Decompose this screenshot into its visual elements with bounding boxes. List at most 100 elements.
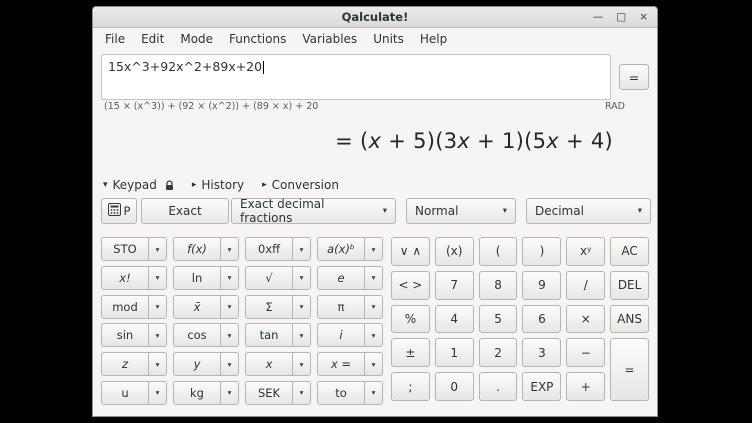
key-var-x[interactable]: x [245, 352, 293, 376]
key-e-menu[interactable]: ▾ [364, 266, 383, 290]
key-var-z-menu[interactable]: ▾ [148, 352, 167, 376]
key-unit-kg[interactable]: kg [173, 381, 221, 405]
key-unit-sek-menu[interactable]: ▾ [292, 381, 311, 405]
key-decimal-point[interactable]: . [479, 372, 518, 401]
key-ln-menu[interactable]: ▾ [220, 266, 239, 290]
key-var-y[interactable]: y [173, 352, 221, 376]
menu-mode[interactable]: Mode [172, 30, 221, 48]
key-plus-minus[interactable]: ± [391, 338, 430, 367]
key-function[interactable]: f(x) [173, 237, 221, 261]
key-add[interactable]: + [566, 372, 605, 401]
key-hex-input-menu[interactable]: ▾ [292, 237, 311, 261]
key-cos[interactable]: cos [173, 323, 221, 347]
key-mod-menu[interactable]: ▾ [148, 295, 167, 319]
key-imaginary[interactable]: i [317, 323, 365, 347]
programming-keypad-button[interactable]: P [101, 198, 137, 224]
key-2[interactable]: 2 [479, 338, 518, 367]
minimize-button[interactable]: — [593, 12, 604, 23]
number-base-combo[interactable]: Decimal ▾ [526, 198, 651, 224]
key-sto[interactable]: STO [101, 237, 149, 261]
history-expander[interactable]: ▸ History [192, 178, 244, 192]
key-mean-menu[interactable]: ▾ [220, 295, 239, 319]
key-5[interactable]: 5 [479, 305, 518, 334]
key-hex-input[interactable]: 0xff [245, 237, 293, 261]
key-cursor-up-down[interactable]: ∨ ∧ [391, 237, 430, 266]
key-unit-kg-menu[interactable]: ▾ [220, 381, 239, 405]
key-factorial-menu[interactable]: ▾ [148, 266, 167, 290]
maximize-button[interactable]: □ [616, 12, 626, 23]
key-mod[interactable]: mod [101, 295, 149, 319]
key-var-y-menu[interactable]: ▾ [220, 352, 239, 376]
key-factorial[interactable]: x! [101, 266, 149, 290]
key-exp[interactable]: EXP [522, 372, 561, 401]
key-8[interactable]: 8 [479, 271, 518, 300]
key-mean[interactable]: x̄ [173, 295, 221, 319]
key-3[interactable]: 3 [522, 338, 561, 367]
key-number-base-exp-menu[interactable]: ▾ [364, 237, 383, 261]
key-cursor-left-right[interactable]: < > [391, 271, 430, 300]
key-ln[interactable]: ln [173, 266, 221, 290]
key-del[interactable]: DEL [610, 271, 649, 300]
key-pi[interactable]: π [317, 295, 365, 319]
key-equals[interactable]: = [610, 338, 649, 401]
key-unit-sek[interactable]: SEK [245, 381, 293, 405]
menu-edit[interactable]: Edit [133, 30, 172, 48]
key-number-base-exp[interactable]: a(x)ᵇ [317, 237, 365, 261]
key-0[interactable]: 0 [435, 372, 474, 401]
close-button[interactable]: × [639, 12, 648, 23]
key-close-paren[interactable]: ) [522, 237, 561, 266]
key-parentheses-x[interactable]: (x) [435, 237, 474, 266]
key-function-menu[interactable]: ▾ [220, 237, 239, 261]
key-sqrt-menu[interactable]: ▾ [292, 266, 311, 290]
key-var-z[interactable]: z [101, 352, 149, 376]
key-imaginary-menu[interactable]: ▾ [364, 323, 383, 347]
key-pi-menu[interactable]: ▾ [364, 295, 383, 319]
menu-help[interactable]: Help [412, 30, 455, 48]
menu-file[interactable]: File [97, 30, 133, 48]
key-percent[interactable]: % [391, 305, 430, 334]
menu-functions[interactable]: Functions [221, 30, 294, 48]
key-1[interactable]: 1 [435, 338, 474, 367]
key-unit-u-menu[interactable]: ▾ [148, 381, 167, 405]
exact-mode-button[interactable]: Exact [141, 198, 229, 224]
calculate-button[interactable]: = [619, 64, 649, 90]
key-sin-menu[interactable]: ▾ [148, 323, 167, 347]
conversion-expander[interactable]: ▸ Conversion [262, 178, 339, 192]
key-convert-to[interactable]: to [317, 381, 365, 405]
key-var-x-menu[interactable]: ▾ [292, 352, 311, 376]
key-ac[interactable]: AC [610, 237, 649, 266]
key-semicolon[interactable]: ; [391, 372, 430, 401]
key-sto-menu[interactable]: ▾ [148, 237, 167, 261]
menu-variables[interactable]: Variables [294, 30, 365, 48]
display-mode-combo[interactable]: Normal ▾ [406, 198, 516, 224]
result-display: = (x + 5)(3x + 1)(5x + 4) [93, 113, 657, 169]
key-unit-u[interactable]: u [101, 381, 149, 405]
lock-icon[interactable] [165, 180, 174, 191]
key-ans[interactable]: ANS [610, 305, 649, 334]
key-convert-to-menu[interactable]: ▾ [364, 381, 383, 405]
keypad-expander[interactable]: ▾ Keypad [103, 178, 174, 192]
key-cos-menu[interactable]: ▾ [220, 323, 239, 347]
key-6[interactable]: 6 [522, 305, 561, 334]
key-x-equals-menu[interactable]: ▾ [364, 352, 383, 376]
key-sum[interactable]: Σ [245, 295, 293, 319]
key-open-paren[interactable]: ( [479, 237, 518, 266]
key-pair-e: e▾ [317, 266, 383, 290]
key-sum-menu[interactable]: ▾ [292, 295, 311, 319]
key-9[interactable]: 9 [522, 271, 561, 300]
fraction-mode-combo[interactable]: Exact decimal fractions ▾ [231, 198, 396, 224]
key-sqrt[interactable]: √ [245, 266, 293, 290]
key-divide[interactable]: / [566, 271, 605, 300]
key-subtract[interactable]: − [566, 338, 605, 367]
key-e[interactable]: e [317, 266, 365, 290]
expression-input[interactable]: 15x^3+92x^2+89x+20 [101, 54, 611, 100]
key-sin[interactable]: sin [101, 323, 149, 347]
key-tan[interactable]: tan [245, 323, 293, 347]
key-x-equals[interactable]: x = [317, 352, 365, 376]
key-4[interactable]: 4 [435, 305, 474, 334]
key-power[interactable]: xʸ [566, 237, 605, 266]
menu-units[interactable]: Units [365, 30, 412, 48]
key-multiply[interactable]: × [566, 305, 605, 334]
key-7[interactable]: 7 [435, 271, 474, 300]
key-tan-menu[interactable]: ▾ [292, 323, 311, 347]
